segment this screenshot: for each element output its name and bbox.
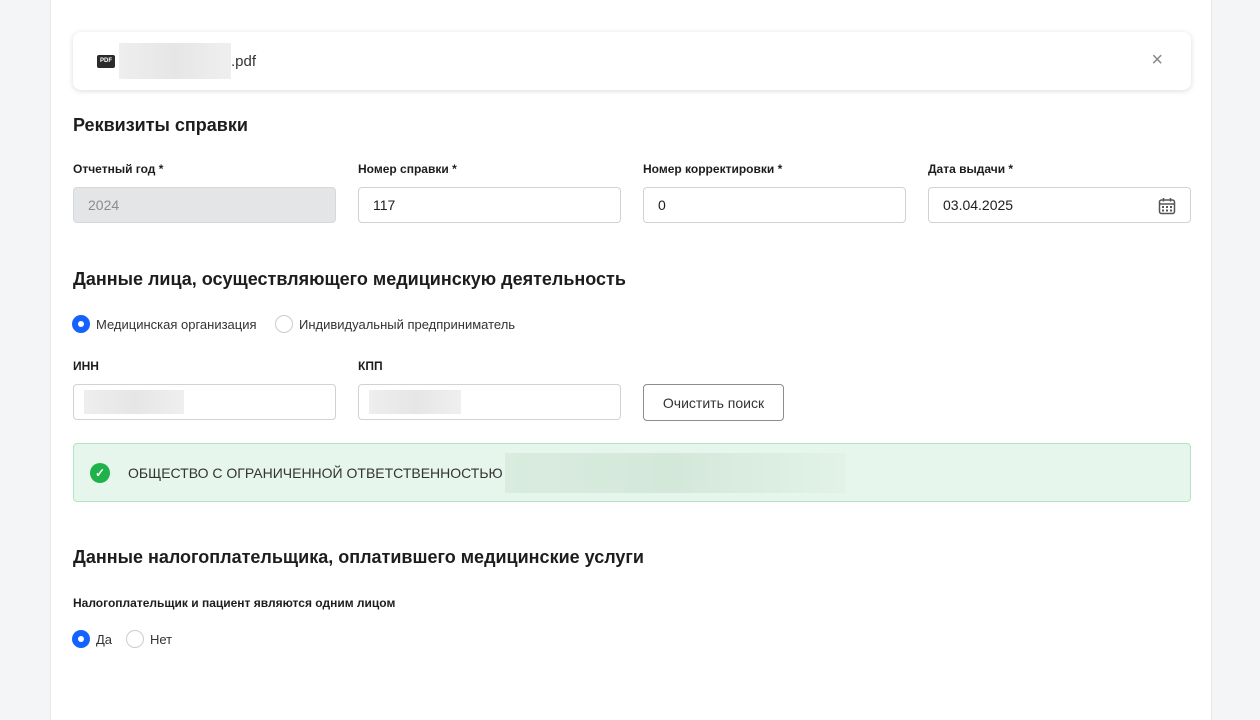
section-title: Данные лица, осуществляющего медицинскую… <box>73 269 626 289</box>
radio-yes[interactable]: Да <box>72 630 112 648</box>
form-card: PDF .pdf × Реквизиты справки Отчетный го… <box>50 0 1212 720</box>
same-person-question: Налогоплательщик и пациент являются одни… <box>73 596 396 610</box>
field-label: Отчетный год * <box>73 162 164 176</box>
radio-unchecked-icon <box>275 315 293 333</box>
radio-medical-organization[interactable]: Медицинская организация <box>72 315 257 333</box>
calendar-icon[interactable] <box>1158 197 1176 215</box>
kpp-input[interactable] <box>358 384 621 420</box>
radio-label: Нет <box>150 631 173 647</box>
year-input: 2024 <box>73 187 336 223</box>
clear-search-button[interactable]: Очистить поиск <box>643 384 784 421</box>
field-label: Дата выдачи * <box>928 162 1014 176</box>
correction-number-input[interactable]: 0 <box>643 187 906 223</box>
organization-name: ОБЩЕСТВО С ОГРАНИЧЕННОЙ ОТВЕТСТВЕННОСТЬЮ <box>128 464 503 481</box>
organization-found-alert: ✓ ОБЩЕСТВО С ОГРАНИЧЕННОЙ ОТВЕТСТВЕННОСТ… <box>73 443 1191 502</box>
attached-file: PDF .pdf × <box>73 32 1191 90</box>
redacted-value <box>504 452 845 493</box>
radio-label: Медицинская организация <box>96 316 257 332</box>
section-title: Данные налогоплательщика, оплатившего ме… <box>73 547 644 567</box>
certificate-number-input[interactable]: 117 <box>358 187 621 223</box>
radio-individual-entrepreneur[interactable]: Индивидуальный предприниматель <box>275 315 515 333</box>
inn-input[interactable] <box>73 384 336 420</box>
radio-no[interactable]: Нет <box>126 630 172 648</box>
field-label: Номер справки * <box>358 162 457 176</box>
file-extension: .pdf <box>231 52 257 70</box>
redacted-value <box>369 390 461 414</box>
radio-checked-icon <box>72 630 90 648</box>
issue-date-value: 03.04.2025 <box>943 197 1014 213</box>
close-icon[interactable]: × <box>1151 50 1163 70</box>
pdf-icon: PDF <box>97 54 115 68</box>
redacted-filename <box>119 43 231 79</box>
radio-checked-icon <box>72 315 90 333</box>
inn-label: ИНН <box>73 359 99 373</box>
radio-label: Индивидуальный предприниматель <box>299 316 516 332</box>
redacted-value <box>84 390 184 414</box>
radio-label: Да <box>96 631 113 647</box>
kpp-label: КПП <box>358 359 383 373</box>
section-title: Реквизиты справки <box>73 115 248 135</box>
check-circle-icon: ✓ <box>90 462 110 483</box>
radio-unchecked-icon <box>126 630 144 648</box>
field-label: Номер корректировки * <box>643 162 783 176</box>
issue-date-input[interactable]: 03.04.2025 <box>928 187 1191 223</box>
